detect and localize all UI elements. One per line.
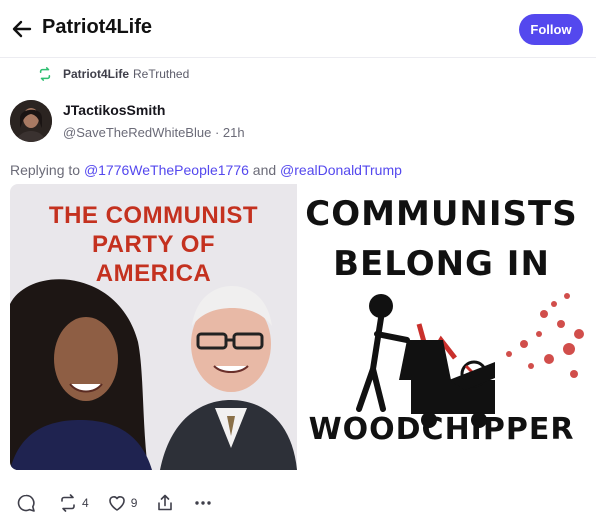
reply-action[interactable]: [16, 493, 40, 513]
retruth-icon: [39, 67, 51, 81]
post-media-grid: THE COMMUNIST PARTY OF AMERICA COMMUNIST…: [10, 184, 584, 470]
retruth-count: 4: [82, 496, 89, 510]
more-options-action[interactable]: [193, 493, 213, 513]
retruth-label: ReTruthed: [133, 67, 190, 81]
avatar[interactable]: [10, 100, 52, 142]
retruth-icon[interactable]: [58, 493, 78, 513]
share-icon[interactable]: [155, 493, 175, 513]
media-image-2[interactable]: COMMUNISTS BELONG IN WOODCHIPPER: [299, 184, 584, 470]
mention-link-2[interactable]: @realDonaldTrump: [280, 162, 402, 178]
author-meta: @SaveTheRedWhiteBlue · 21h: [63, 125, 245, 140]
follow-button[interactable]: Follow: [519, 14, 583, 45]
reply-bubble-icon[interactable]: [16, 493, 36, 513]
replying-prefix: Replying to: [10, 162, 81, 178]
replying-conjunction: and: [252, 162, 277, 178]
meme-2-woodchipper-illustration: [356, 293, 584, 428]
retruth-banner: Patriot4Life ReTruthed: [38, 67, 189, 81]
back-arrow-icon[interactable]: [10, 17, 34, 41]
retruth-user-link[interactable]: Patriot4Life: [63, 67, 129, 81]
meme-1-photo-illustration: [10, 279, 297, 470]
page-title: Patriot4Life: [42, 16, 153, 38]
post-action-bar: 4 9: [16, 492, 231, 514]
like-action[interactable]: 9: [107, 493, 138, 513]
author-display-name[interactable]: JTactikosSmith: [63, 102, 165, 118]
more-dots-icon[interactable]: [193, 493, 213, 513]
share-action[interactable]: [155, 493, 175, 513]
profile-header: Patriot4Life Follow: [0, 0, 596, 58]
like-count: 9: [130, 496, 138, 510]
media-image-1[interactable]: THE COMMUNIST PARTY OF AMERICA: [10, 184, 297, 470]
mention-link-1[interactable]: @1776WeThePeople1776: [84, 162, 249, 178]
author-handle[interactable]: @SaveTheRedWhiteBlue: [63, 125, 211, 140]
meta-separator: ·: [214, 125, 220, 140]
post-timestamp[interactable]: 21h: [223, 125, 245, 140]
retruth-action[interactable]: 4: [58, 493, 89, 513]
heart-icon[interactable]: [107, 493, 127, 513]
replying-to-line: Replying to @1776WeThePeople1776 and @re…: [10, 162, 402, 178]
